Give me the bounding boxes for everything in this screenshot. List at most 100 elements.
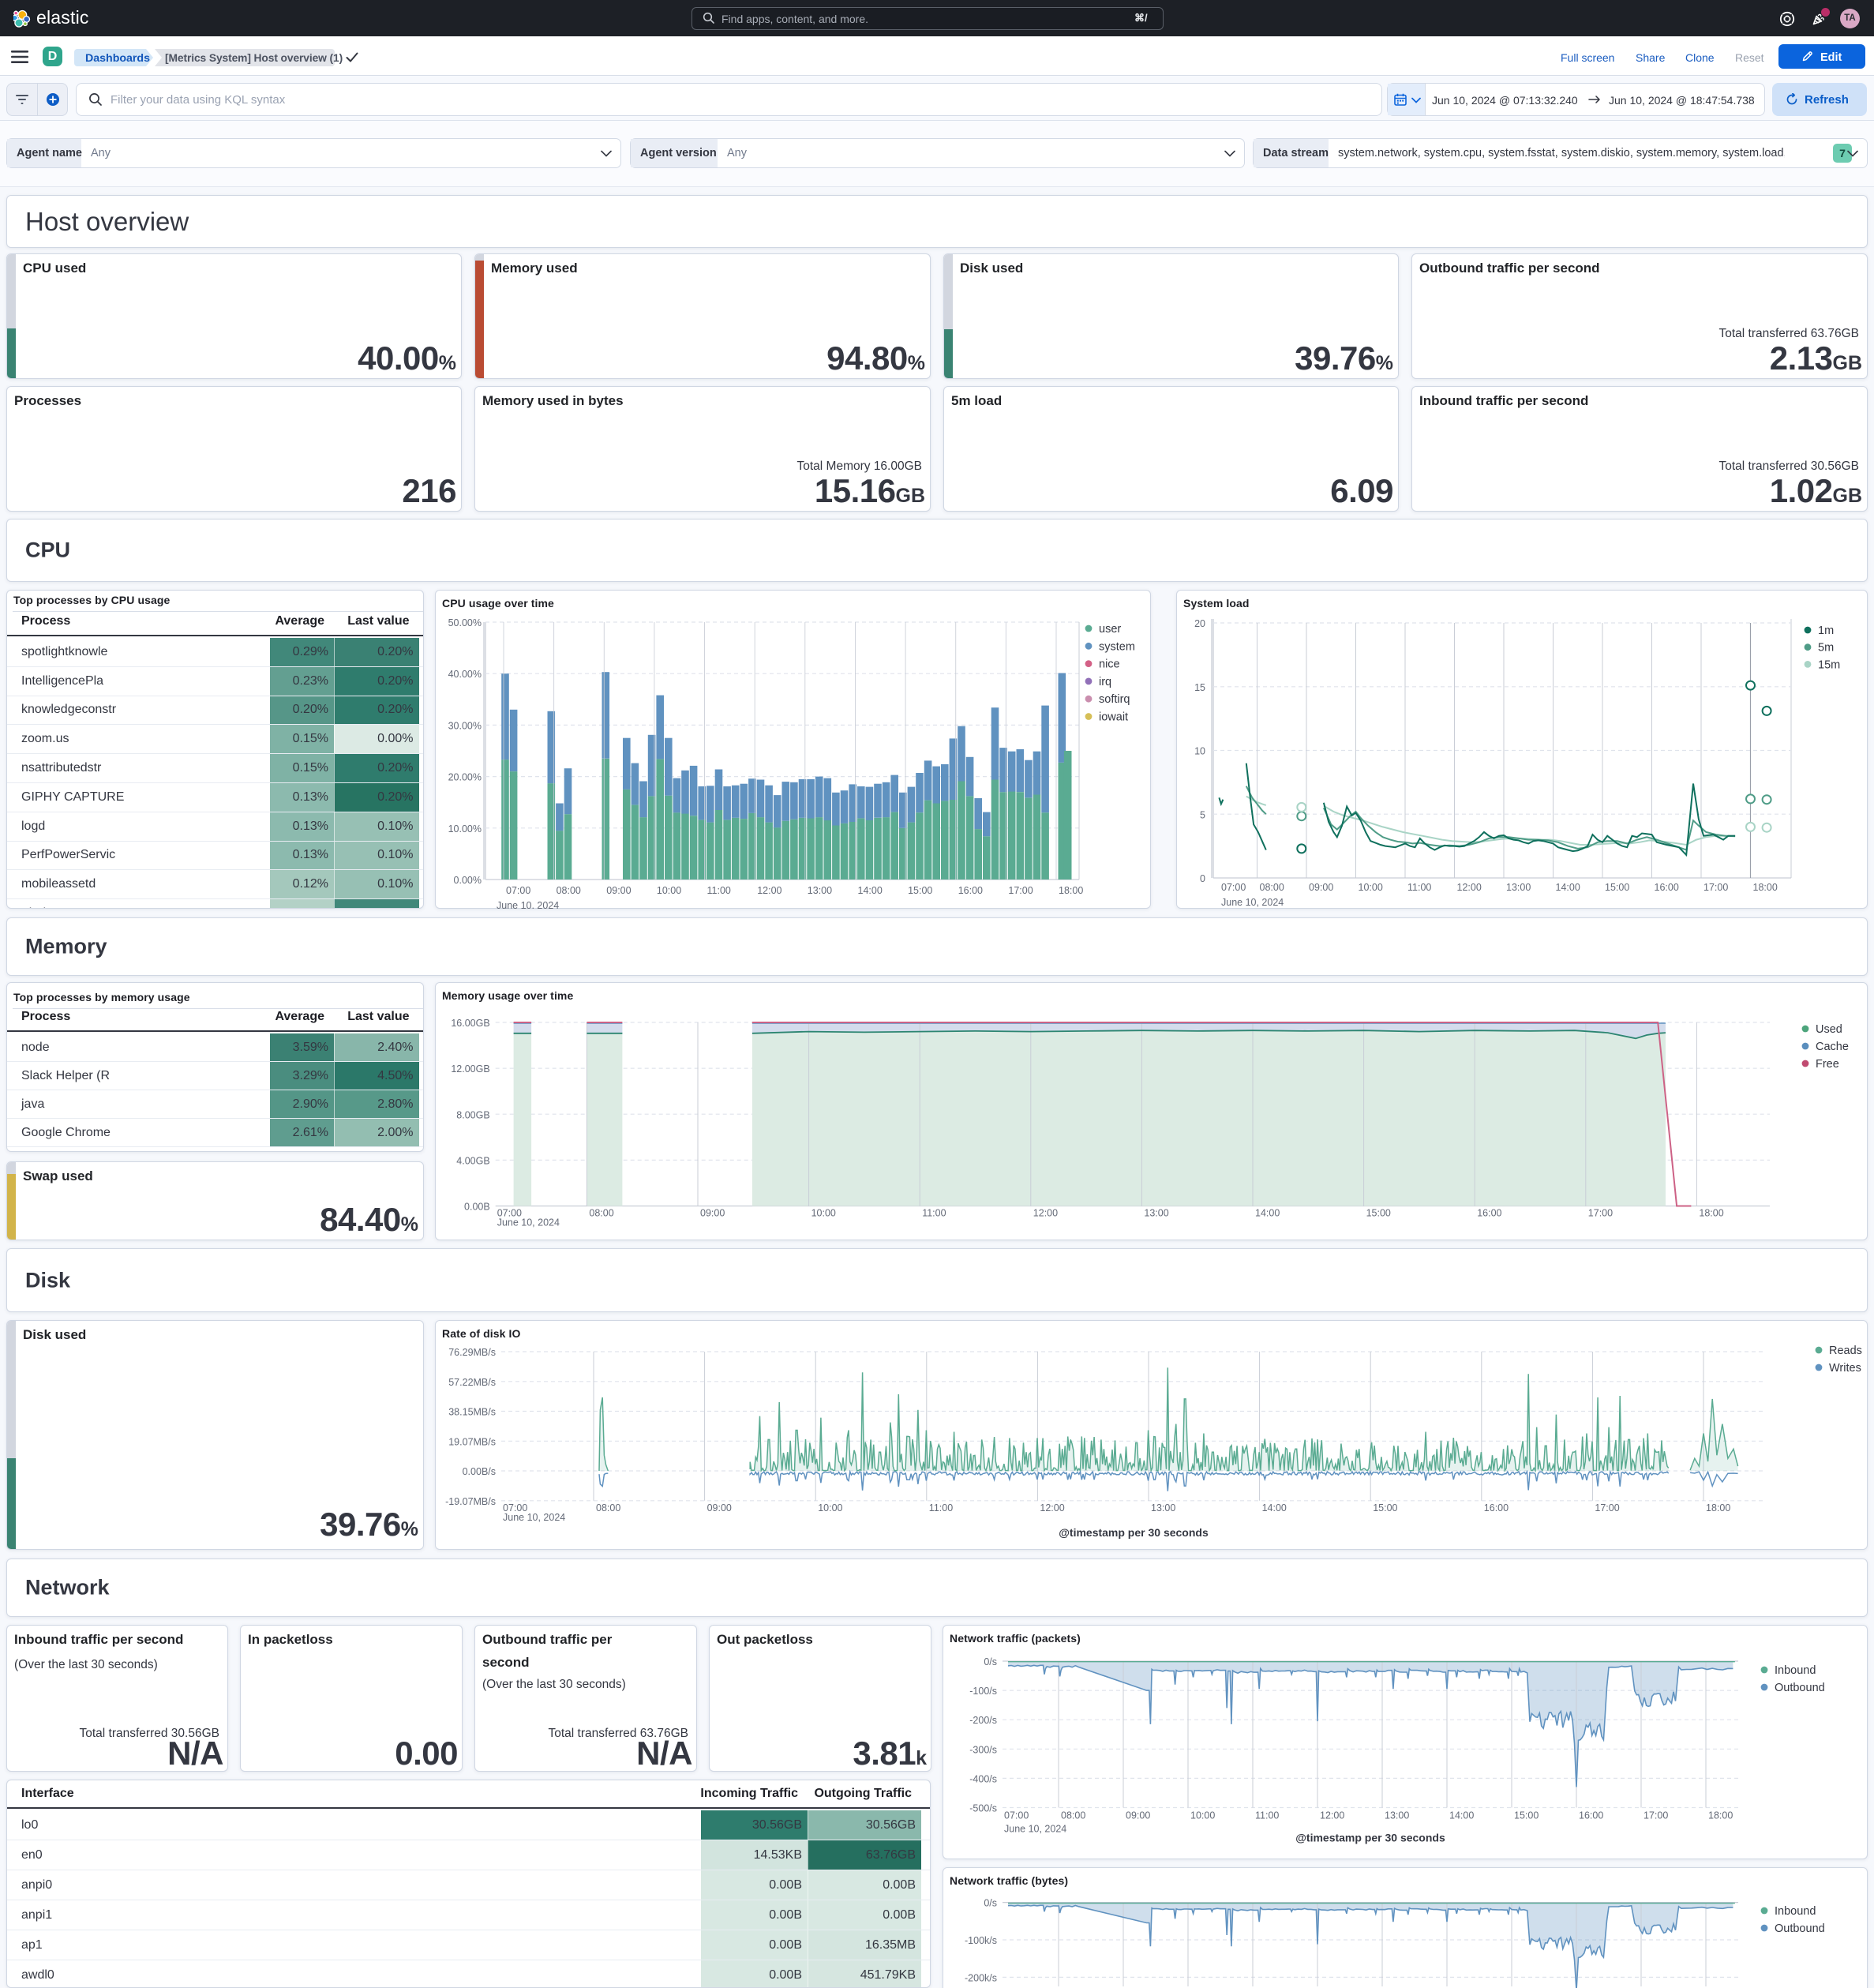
svg-text:June 10, 2024: June 10, 2024 <box>497 1217 560 1228</box>
svg-text:@timestamp per 30 seconds: @timestamp per 30 seconds <box>1059 1526 1209 1539</box>
svg-text:14:00: 14:00 <box>1255 1208 1280 1219</box>
svg-text:15: 15 <box>1194 682 1205 693</box>
svg-text:10:00: 10:00 <box>818 1502 842 1514</box>
svg-text:1m: 1m <box>1818 625 1834 637</box>
svg-text:-19.07MB/s: -19.07MB/s <box>445 1496 496 1507</box>
svg-text:38.15MB/s: 38.15MB/s <box>448 1407 496 1418</box>
svg-text:June 10, 2024: June 10, 2024 <box>503 1512 565 1523</box>
svg-text:07:00: 07:00 <box>1004 1810 1029 1821</box>
svg-text:10: 10 <box>1194 746 1205 757</box>
svg-text:10:00: 10:00 <box>1359 882 1383 893</box>
svg-text:57.22MB/s: 57.22MB/s <box>448 1377 496 1388</box>
svg-text:12:00: 12:00 <box>1033 1208 1058 1219</box>
svg-text:Outbound: Outbound <box>1775 1922 1825 1935</box>
svg-text:-200/s: -200/s <box>969 1715 997 1726</box>
svg-text:5: 5 <box>1200 809 1205 820</box>
svg-text:0.00%: 0.00% <box>454 875 482 886</box>
svg-text:09:00: 09:00 <box>1309 882 1333 893</box>
svg-text:11:00: 11:00 <box>929 1502 953 1514</box>
svg-text:08:00: 08:00 <box>589 1208 613 1219</box>
svg-text:system: system <box>1099 640 1135 653</box>
svg-text:iowait: iowait <box>1099 711 1128 724</box>
svg-text:user: user <box>1099 623 1121 636</box>
svg-text:June 10, 2024: June 10, 2024 <box>497 900 559 909</box>
svg-text:19.07MB/s: 19.07MB/s <box>448 1436 496 1447</box>
svg-text:15:00: 15:00 <box>908 885 932 896</box>
svg-text:08:00: 08:00 <box>596 1502 620 1514</box>
svg-text:Inbound: Inbound <box>1775 1664 1816 1677</box>
svg-text:09:00: 09:00 <box>700 1208 725 1219</box>
svg-text:13:00: 13:00 <box>1385 1810 1409 1821</box>
svg-text:4.00GB: 4.00GB <box>456 1155 489 1166</box>
svg-text:Cache: Cache <box>1816 1041 1849 1053</box>
svg-text:5m: 5m <box>1818 642 1834 655</box>
svg-text:12:00: 12:00 <box>1320 1810 1344 1821</box>
svg-text:13:00: 13:00 <box>1151 1502 1175 1514</box>
svg-text:10:00: 10:00 <box>1190 1810 1215 1821</box>
svg-text:18:00: 18:00 <box>1708 1810 1733 1821</box>
svg-text:Writes: Writes <box>1829 1362 1861 1375</box>
svg-text:14:00: 14:00 <box>858 885 883 896</box>
svg-text:Free: Free <box>1816 1058 1839 1071</box>
svg-text:0/s: 0/s <box>984 1898 997 1909</box>
svg-text:softirq: softirq <box>1099 693 1130 706</box>
svg-text:nice: nice <box>1099 658 1120 671</box>
svg-text:76.29MB/s: 76.29MB/s <box>448 1347 496 1358</box>
svg-text:16:00: 16:00 <box>1655 882 1679 893</box>
svg-text:13:00: 13:00 <box>1144 1208 1168 1219</box>
svg-text:16.00GB: 16.00GB <box>451 1018 489 1029</box>
svg-text:18:00: 18:00 <box>1706 1502 1730 1514</box>
svg-text:50.00%: 50.00% <box>448 617 482 628</box>
svg-text:10.00%: 10.00% <box>448 823 482 835</box>
svg-text:0/s: 0/s <box>984 1656 997 1667</box>
svg-text:15:00: 15:00 <box>1514 1810 1539 1821</box>
svg-text:@timestamp per 30 seconds: @timestamp per 30 seconds <box>1295 1832 1445 1844</box>
svg-text:15:00: 15:00 <box>1605 882 1629 893</box>
svg-text:16:00: 16:00 <box>958 885 983 896</box>
svg-text:0.00B: 0.00B <box>464 1202 490 1213</box>
svg-text:12.00GB: 12.00GB <box>451 1063 489 1075</box>
svg-text:17:00: 17:00 <box>1703 882 1728 893</box>
svg-text:June 10, 2024: June 10, 2024 <box>1004 1824 1066 1835</box>
svg-text:08:00: 08:00 <box>1061 1810 1085 1821</box>
svg-text:14:00: 14:00 <box>1449 1810 1474 1821</box>
svg-text:-100k/s: -100k/s <box>965 1935 997 1946</box>
svg-text:20.00%: 20.00% <box>448 772 482 783</box>
svg-text:14:00: 14:00 <box>1262 1502 1287 1514</box>
svg-text:15:00: 15:00 <box>1373 1502 1397 1514</box>
svg-text:18:00: 18:00 <box>1753 882 1778 893</box>
svg-text:0.00B/s: 0.00B/s <box>463 1466 496 1477</box>
svg-text:June 10, 2024: June 10, 2024 <box>1221 897 1284 908</box>
svg-text:Reads: Reads <box>1829 1345 1862 1357</box>
svg-text:13:00: 13:00 <box>808 885 832 896</box>
svg-text:16:00: 16:00 <box>1484 1502 1509 1514</box>
svg-text:18:00: 18:00 <box>1059 885 1083 896</box>
svg-text:17:00: 17:00 <box>1008 885 1033 896</box>
svg-text:09:00: 09:00 <box>606 885 631 896</box>
svg-text:0: 0 <box>1200 873 1205 884</box>
svg-text:-300/s: -300/s <box>969 1744 997 1755</box>
svg-text:17:00: 17:00 <box>1595 1502 1619 1514</box>
svg-text:08:00: 08:00 <box>1260 882 1284 893</box>
svg-text:40.00%: 40.00% <box>448 669 482 680</box>
svg-text:09:00: 09:00 <box>1126 1810 1150 1821</box>
svg-text:-100/s: -100/s <box>969 1686 997 1697</box>
svg-text:07:00: 07:00 <box>506 885 530 896</box>
svg-text:-500/s: -500/s <box>969 1803 997 1814</box>
svg-text:17:00: 17:00 <box>1588 1208 1613 1219</box>
svg-text:07:00: 07:00 <box>1221 882 1246 893</box>
svg-text:12:00: 12:00 <box>757 885 781 896</box>
svg-text:Outbound: Outbound <box>1775 1682 1825 1694</box>
svg-text:08:00: 08:00 <box>557 885 581 896</box>
svg-text:16:00: 16:00 <box>1579 1810 1603 1821</box>
svg-text:11:00: 11:00 <box>922 1208 946 1219</box>
svg-text:18:00: 18:00 <box>1699 1208 1723 1219</box>
svg-text:16:00: 16:00 <box>1477 1208 1501 1219</box>
svg-text:15m: 15m <box>1818 658 1840 671</box>
svg-text:20: 20 <box>1194 618 1205 629</box>
svg-text:Inbound: Inbound <box>1775 1905 1816 1918</box>
svg-text:11:00: 11:00 <box>1255 1810 1279 1821</box>
svg-text:8.00GB: 8.00GB <box>456 1109 489 1120</box>
svg-text:-400/s: -400/s <box>969 1773 997 1784</box>
svg-text:10:00: 10:00 <box>811 1208 836 1219</box>
